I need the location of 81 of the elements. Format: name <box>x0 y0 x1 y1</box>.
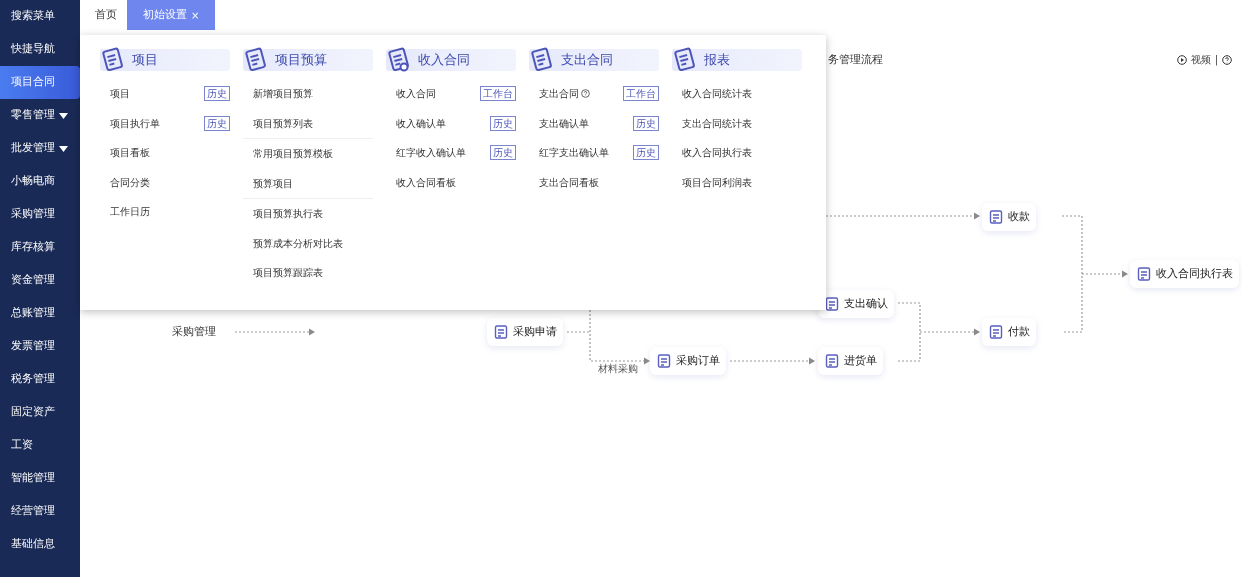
document-icon <box>386 47 412 73</box>
menu-item[interactable]: 收入合同统计表 <box>682 86 752 102</box>
sidebar-item[interactable]: 项目合同 <box>0 66 80 99</box>
menu-item[interactable]: 预算成本分析对比表 <box>253 235 343 251</box>
badge-link[interactable]: 工作台 <box>480 86 516 102</box>
video-link[interactable]: 视频 <box>1176 52 1211 67</box>
document-icon <box>988 209 1004 225</box>
play-icon <box>1176 54 1187 65</box>
document-icon <box>1136 266 1152 282</box>
menu-item[interactable]: 项目合同利润表 <box>682 174 752 190</box>
document-icon <box>100 47 126 73</box>
menu-item[interactable]: 预算项目 <box>253 175 293 191</box>
menu-item[interactable]: 项目预算执行表 <box>253 206 323 222</box>
sidebar-item[interactable]: 批发管理 <box>0 132 80 165</box>
sidebar-item[interactable]: 小畅电商 <box>0 165 80 198</box>
sidebar-item[interactable]: 发票管理 <box>0 330 80 363</box>
column-title: 支出合同 <box>561 51 613 70</box>
badge-link[interactable]: 历史 <box>633 145 659 161</box>
help-icon[interactable] <box>1222 54 1232 65</box>
menu-item[interactable]: 项目预算列表 <box>253 115 313 131</box>
badge-link[interactable]: 历史 <box>490 145 516 161</box>
menu-item[interactable]: 项目看板 <box>110 145 150 161</box>
menu-item[interactable]: 支出合同统计表 <box>682 115 752 131</box>
column-title: 项目 <box>132 51 158 70</box>
sidebar-item[interactable]: 零售管理 <box>0 99 80 132</box>
menu-item[interactable]: 项目执行单 <box>110 115 160 131</box>
document-icon <box>656 353 672 369</box>
menu-item[interactable]: 项目预算跟踪表 <box>253 265 323 281</box>
menu-item[interactable]: 收入合同 <box>396 86 436 102</box>
flow-node[interactable]: 支出确认 <box>818 290 894 318</box>
flow-node[interactable]: 付款 <box>982 318 1036 346</box>
flow-node[interactable]: 采购订单 <box>650 347 726 375</box>
document-icon <box>243 47 269 73</box>
column-title: 报表 <box>704 51 730 70</box>
separator: | <box>1214 53 1218 67</box>
menu-item[interactable]: 合同分类 <box>110 174 150 190</box>
flow-node[interactable]: 采购申请 <box>487 318 563 346</box>
column-title: 收入合同 <box>418 51 470 70</box>
document-icon <box>529 47 555 73</box>
sidebar-item[interactable]: 基础信息 <box>0 528 80 561</box>
menu-item[interactable]: 常用项目预算模板 <box>253 146 333 162</box>
sidebar-item[interactable]: 库存核算 <box>0 231 80 264</box>
document-icon <box>824 353 840 369</box>
flow-node[interactable]: 进货单 <box>818 347 883 375</box>
document-icon <box>988 324 1004 340</box>
sidebar-item[interactable]: 总账管理 <box>0 297 80 330</box>
flow-node[interactable]: 收入合同执行表 <box>1130 260 1239 288</box>
sidebar-item[interactable]: 搜索菜单 <box>0 0 80 33</box>
document-icon <box>672 47 698 73</box>
flow-node[interactable]: 收款 <box>982 203 1036 231</box>
menu-item[interactable]: 工作日历 <box>110 204 150 220</box>
document-icon <box>824 296 840 312</box>
edge-label: 材料采购 <box>598 362 638 376</box>
menu-item[interactable]: 收入合同看板 <box>396 174 456 190</box>
tab[interactable]: 首页 <box>85 0 127 30</box>
sidebar-item[interactable]: 工资 <box>0 429 80 462</box>
document-icon <box>493 324 509 340</box>
column-title: 项目预算 <box>275 51 327 70</box>
menu-item[interactable]: 支出合同看板 <box>539 174 599 190</box>
sidebar-item[interactable]: 经营管理 <box>0 495 80 528</box>
menu-item[interactable]: 支出确认单 <box>539 115 589 131</box>
badge-link[interactable]: 工作台 <box>623 86 659 102</box>
sidebar-item[interactable]: 快捷导航 <box>0 33 80 66</box>
sidebar-item[interactable]: 固定资产 <box>0 396 80 429</box>
menu-item[interactable]: 红字支出确认单 <box>539 145 609 161</box>
badge-link[interactable]: 历史 <box>633 115 659 131</box>
badge-link[interactable]: 历史 <box>204 86 230 102</box>
sidebar-item[interactable]: 资金管理 <box>0 264 80 297</box>
menu-item[interactable]: 项目 <box>110 86 130 102</box>
sidebar-item[interactable]: 智能管理 <box>0 462 80 495</box>
badge-link[interactable]: 历史 <box>490 115 516 131</box>
section-label: 采购管理 <box>172 324 216 340</box>
flow-title: 务管理流程 <box>828 52 883 68</box>
sidebar-item[interactable]: 税务管理 <box>0 363 80 396</box>
menu-item[interactable]: 新增项目预算 <box>253 86 313 102</box>
menu-item[interactable]: 收入合同执行表 <box>682 145 752 161</box>
menu-item[interactable]: 收入确认单 <box>396 115 446 131</box>
menu-item[interactable]: 红字收入确认单 <box>396 145 466 161</box>
badge-link[interactable]: 历史 <box>204 115 230 131</box>
sidebar-item[interactable]: 采购管理 <box>0 198 80 231</box>
menu-item[interactable]: 支出合同 <box>539 86 590 102</box>
